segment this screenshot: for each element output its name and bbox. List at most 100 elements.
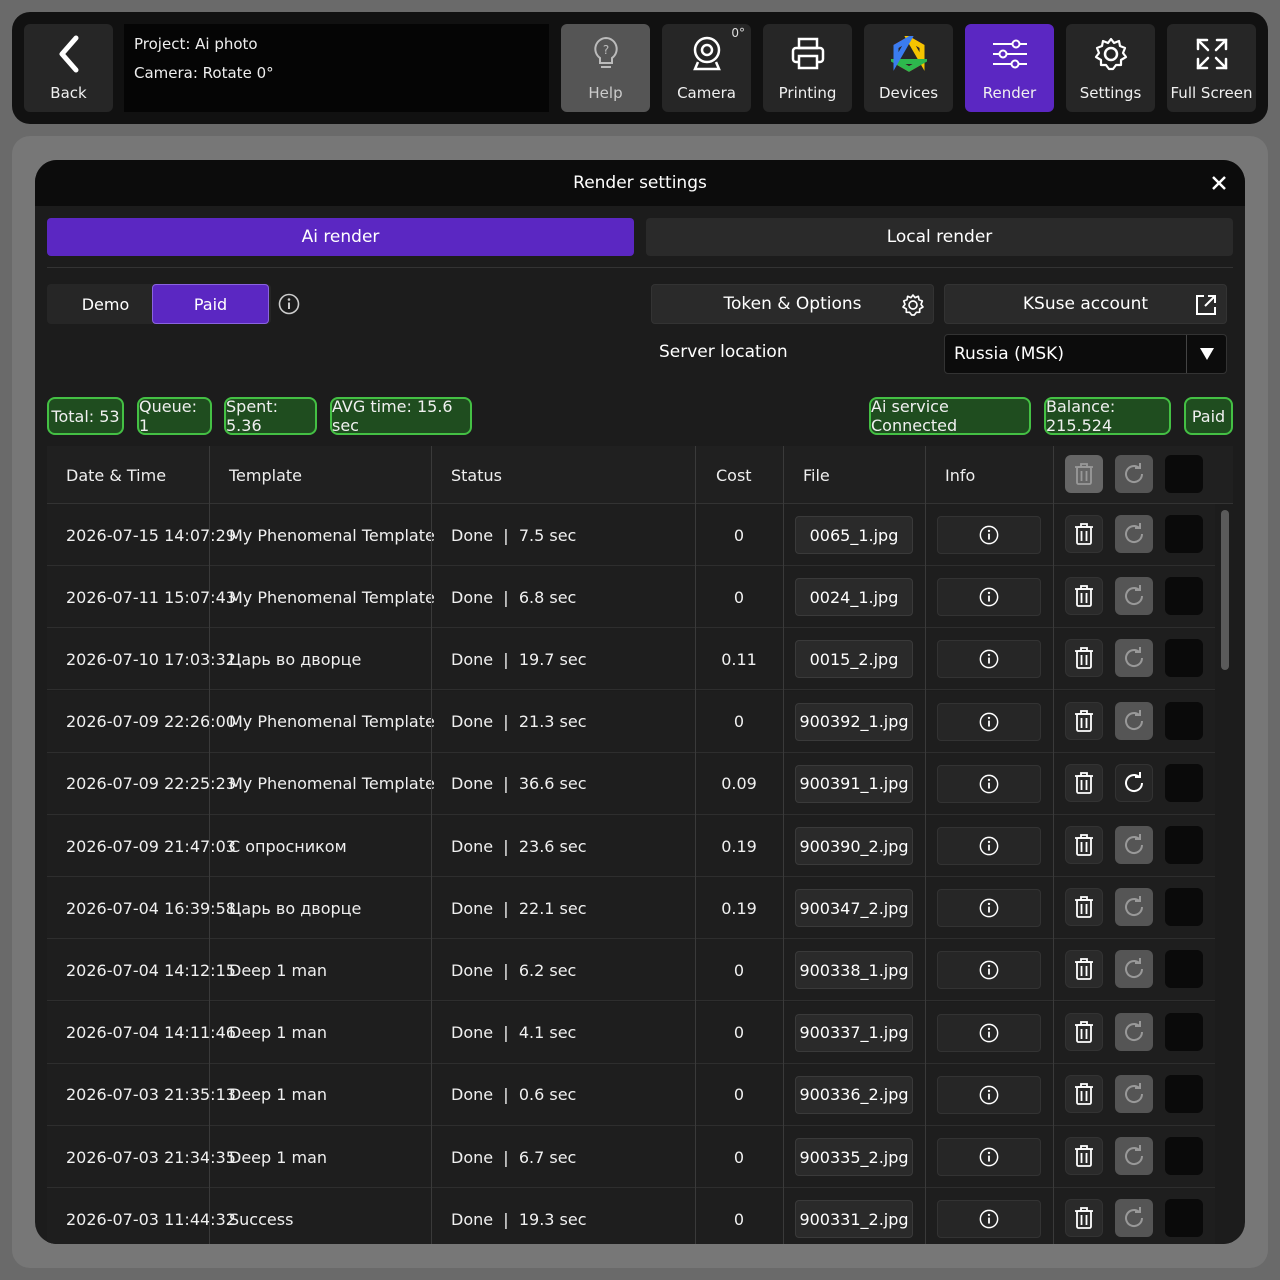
tab-ai-render[interactable]: Ai render <box>47 218 634 256</box>
devices-button[interactable]: Devices <box>864 24 953 112</box>
info-button[interactable] <box>937 1075 1041 1114</box>
table-row[interactable]: 2026-07-04 16:39:58 Царь во дворце Done | … <box>47 877 1215 940</box>
info-icon[interactable] <box>278 293 300 315</box>
demo-option[interactable]: Demo <box>47 284 164 324</box>
rerender-button[interactable] <box>1115 515 1153 553</box>
delete-button[interactable] <box>1065 763 1103 802</box>
fullscreen-button[interactable]: Full Screen <box>1167 24 1256 112</box>
delete-button[interactable] <box>1065 950 1103 989</box>
info-icon <box>979 587 999 607</box>
row-select-checkbox[interactable] <box>1165 763 1203 802</box>
info-icon <box>979 1147 999 1167</box>
table-row[interactable]: 2026-07-09 22:25:23 My Phenomenal Templat… <box>47 752 1215 815</box>
info-button[interactable] <box>937 827 1041 865</box>
row-select-checkbox[interactable] <box>1165 639 1203 678</box>
delete-button[interactable] <box>1065 1074 1103 1113</box>
rerender-button[interactable] <box>1115 826 1153 864</box>
info-button[interactable] <box>937 764 1041 803</box>
rerender-button[interactable] <box>1115 1137 1153 1175</box>
row-select-checkbox[interactable] <box>1165 950 1203 989</box>
info-button[interactable] <box>937 702 1041 741</box>
row-select-checkbox[interactable] <box>1165 577 1203 616</box>
rerender-button[interactable] <box>1115 1199 1153 1238</box>
delete-button[interactable] <box>1065 701 1103 740</box>
table-row[interactable]: 2026-07-03 21:35:13 Deep 1 man Done | 0.6 … <box>47 1063 1215 1126</box>
select-all-checkbox[interactable] <box>1165 455 1203 493</box>
info-icon <box>979 1085 999 1105</box>
row-select-checkbox[interactable] <box>1165 515 1203 553</box>
file-button[interactable]: 0065_1.jpg <box>795 516 913 554</box>
info-button[interactable] <box>937 578 1041 617</box>
rerender-button[interactable] <box>1115 888 1153 927</box>
delete-button[interactable] <box>1065 1012 1103 1051</box>
row-select-checkbox[interactable] <box>1165 701 1203 740</box>
server-location-select[interactable]: Russia (MSK) <box>944 334 1227 374</box>
rerender-button[interactable] <box>1115 763 1153 802</box>
delete-button[interactable] <box>1065 1137 1103 1175</box>
file-button[interactable]: 900391_1.jpg <box>795 764 913 803</box>
printing-button[interactable]: Printing <box>763 24 852 112</box>
render-button[interactable]: Render <box>965 24 1054 112</box>
info-button[interactable] <box>937 516 1041 554</box>
info-button[interactable] <box>937 1013 1041 1052</box>
row-select-checkbox[interactable] <box>1165 1012 1203 1051</box>
row-select-checkbox[interactable] <box>1165 826 1203 864</box>
info-button[interactable] <box>937 1138 1041 1176</box>
help-button[interactable]: ? Help <box>561 24 650 112</box>
file-button[interactable]: 900336_2.jpg <box>795 1075 913 1114</box>
delete-all-button[interactable] <box>1065 455 1103 493</box>
delete-button[interactable] <box>1065 888 1103 927</box>
close-icon[interactable] <box>1207 171 1231 195</box>
token-options-button[interactable]: Token & Options <box>651 284 934 324</box>
file-button[interactable]: 900347_2.jpg <box>795 889 913 928</box>
camera-button[interactable]: 0° Camera <box>662 24 751 112</box>
delete-button[interactable] <box>1065 639 1103 678</box>
file-button[interactable]: 900390_2.jpg <box>795 827 913 865</box>
rerender-button[interactable] <box>1115 577 1153 616</box>
settings-button[interactable]: Settings <box>1066 24 1155 112</box>
cell-template: С опросником <box>229 836 347 856</box>
table-row[interactable]: 2026-07-15 14:07:29 My Phenomenal Templat… <box>47 504 1215 566</box>
row-select-checkbox[interactable] <box>1165 1199 1203 1238</box>
table-row[interactable]: 2026-07-09 21:47:03 С опросником Done | 23… <box>47 815 1215 877</box>
table-scrollbar[interactable] <box>1221 510 1229 670</box>
file-button[interactable]: 0015_2.jpg <box>795 640 913 679</box>
rerender-button[interactable] <box>1115 701 1153 740</box>
info-button[interactable] <box>937 1200 1041 1239</box>
row-select-checkbox[interactable] <box>1165 888 1203 927</box>
table-row[interactable]: 2026-07-03 11:44:32 Success Done | 19.3 se… <box>47 1188 1215 1244</box>
file-button[interactable]: 900335_2.jpg <box>795 1138 913 1176</box>
rerender-button[interactable] <box>1115 1012 1153 1051</box>
back-button[interactable]: Back <box>24 24 113 112</box>
table-row[interactable]: 2026-07-10 17:03:32 Царь во дворце Done | … <box>47 628 1215 691</box>
rerender-button[interactable] <box>1115 639 1153 678</box>
file-button[interactable]: 900337_1.jpg <box>795 1013 913 1052</box>
file-button[interactable]: 900338_1.jpg <box>795 951 913 990</box>
delete-button[interactable] <box>1065 577 1103 616</box>
row-select-checkbox[interactable] <box>1165 1137 1203 1175</box>
file-button[interactable]: 900392_1.jpg <box>795 702 913 741</box>
table-row[interactable]: 2026-07-04 14:11:46 Deep 1 man Done | 4.1 … <box>47 1001 1215 1064</box>
table-row[interactable]: 2026-07-03 21:34:35 Deep 1 man Done | 6.7 … <box>47 1126 1215 1188</box>
refresh-all-button[interactable] <box>1115 455 1153 493</box>
rerender-button[interactable] <box>1115 950 1153 989</box>
file-button[interactable]: 0024_1.jpg <box>795 578 913 617</box>
delete-button[interactable] <box>1065 1199 1103 1238</box>
ksuse-account-button[interactable]: KSuse account <box>944 284 1227 324</box>
file-button[interactable]: 900331_2.jpg <box>795 1200 913 1239</box>
table-row[interactable]: 2026-07-11 15:07:43 My Phenomenal Templat… <box>47 566 1215 629</box>
info-button[interactable] <box>937 951 1041 990</box>
delete-button[interactable] <box>1065 515 1103 553</box>
table-row[interactable]: 2026-07-04 14:12:15 Deep 1 man Done | 6.2 … <box>47 939 1215 1002</box>
info-button[interactable] <box>937 889 1041 928</box>
table-row[interactable]: 2026-07-09 22:26:00 My Phenomenal Templat… <box>47 690 1215 753</box>
info-button[interactable] <box>937 640 1041 679</box>
info-icon <box>979 836 999 856</box>
delete-button[interactable] <box>1065 826 1103 864</box>
paid-option[interactable]: Paid <box>152 284 269 324</box>
ksuse-account-label: KSuse account <box>1022 294 1149 314</box>
total-badge: Total: 53 <box>47 397 124 435</box>
rerender-button[interactable] <box>1115 1074 1153 1113</box>
row-select-checkbox[interactable] <box>1165 1074 1203 1113</box>
tab-local-render[interactable]: Local render <box>646 218 1233 256</box>
